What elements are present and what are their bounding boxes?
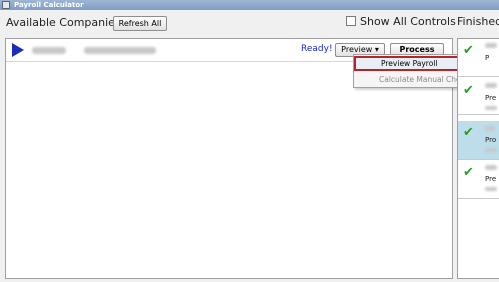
- status-text: Ready!: [301, 44, 333, 54]
- show-all-controls-label: Show All Controls: [360, 15, 456, 28]
- redacted-text: [485, 148, 497, 152]
- show-all-controls-checkbox[interactable]: [346, 16, 356, 26]
- finished-label: Finished: [457, 15, 499, 28]
- redacted-text: [485, 165, 497, 170]
- checkmark-icon: ✔: [463, 83, 474, 98]
- company-name-redacted: [84, 47, 156, 54]
- checkmark-icon: ✔: [463, 125, 474, 140]
- finished-row[interactable]: ✔ P: [458, 39, 499, 77]
- finished-row[interactable]: ✔ Pre: [458, 161, 499, 199]
- finished-panel: ✔ P ✔ Pre ✔ Pro ✔ Pre: [457, 38, 499, 279]
- redacted-text: [485, 106, 497, 110]
- play-icon[interactable]: [12, 43, 24, 57]
- redacted-text: [485, 187, 497, 191]
- redacted-text: [485, 83, 497, 88]
- refresh-all-button[interactable]: Refresh All: [113, 16, 167, 31]
- finished-row-text: Pro: [485, 136, 497, 144]
- finished-row-text: Pre: [485, 175, 497, 183]
- finished-row-selected[interactable]: ✔ Pro: [458, 121, 499, 160]
- redacted-text: [485, 43, 497, 48]
- available-companies-label: Available Companies: [6, 16, 121, 29]
- checkmark-icon: ✔: [463, 43, 474, 58]
- finished-row[interactable]: ✔ Pre: [458, 77, 499, 115]
- company-code-redacted: [32, 47, 66, 54]
- finished-row-text: P: [485, 54, 490, 62]
- window-titlebar: Payroll Calculator: [0, 0, 499, 10]
- checkmark-icon: ✔: [463, 165, 474, 180]
- app-icon: [2, 1, 10, 9]
- redacted-text: [485, 126, 495, 131]
- window-title: Payroll Calculator: [14, 1, 84, 9]
- finished-row-text: Pre: [485, 94, 497, 102]
